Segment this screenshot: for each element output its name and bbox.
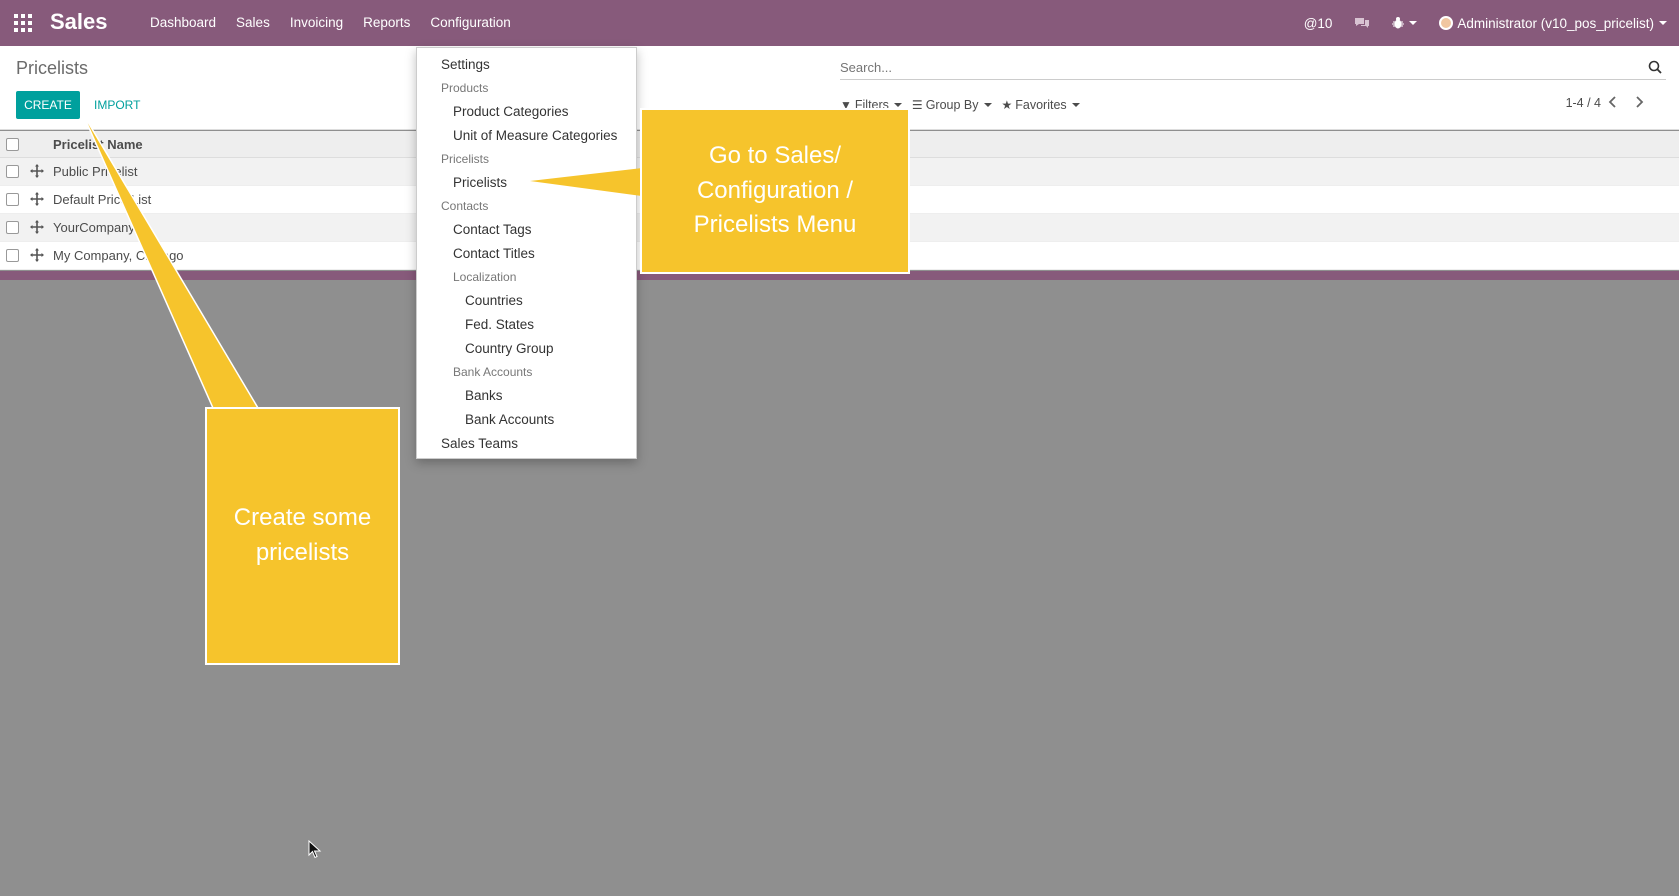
row-name: My Company, Chicago bbox=[53, 248, 184, 263]
menu-header-localization: Localization bbox=[453, 270, 517, 284]
search-icon[interactable] bbox=[1648, 60, 1662, 74]
avatar bbox=[1439, 16, 1454, 30]
app-title: Sales bbox=[50, 9, 108, 34]
menu-dashboard[interactable]: Dashboard bbox=[140, 0, 226, 46]
menu-item-banks[interactable]: Banks bbox=[465, 388, 503, 403]
breadcrumb: Pricelists bbox=[16, 58, 89, 78]
row-checkbox[interactable] bbox=[6, 221, 19, 234]
menu-header-pricelists: Pricelists bbox=[441, 152, 490, 166]
configuration-dropdown: Settings Products Product Categories Uni… bbox=[416, 47, 637, 459]
search-box bbox=[840, 56, 1666, 80]
chevron-right-icon[interactable] bbox=[1633, 94, 1645, 110]
chat-icon[interactable] bbox=[1354, 16, 1370, 30]
mouse-cursor-icon bbox=[308, 840, 322, 859]
drag-handle-icon[interactable] bbox=[30, 220, 44, 234]
menu-item-product-categories[interactable]: Product Categories bbox=[453, 104, 569, 119]
menu-item-pricelists[interactable]: Pricelists bbox=[453, 175, 507, 190]
menu-item-settings[interactable]: Settings bbox=[441, 57, 490, 72]
apps-grid-icon[interactable] bbox=[14, 14, 32, 32]
menu-item-country-group[interactable]: Country Group bbox=[465, 341, 554, 356]
menu-configuration[interactable]: Configuration bbox=[420, 0, 521, 46]
menu-header-bank-accounts: Bank Accounts bbox=[453, 365, 533, 379]
systray: @10 Administrator (v10_pos_pricelist) bbox=[1282, 0, 1667, 46]
row-name: Default Price List bbox=[53, 192, 152, 207]
create-button[interactable]: CREATE bbox=[16, 91, 80, 119]
menu-invoicing[interactable]: Invoicing bbox=[280, 0, 353, 46]
drag-handle-icon[interactable] bbox=[30, 248, 44, 262]
top-navbar: Sales Dashboard Sales Invoicing Reports … bbox=[0, 0, 1679, 46]
callout-menu-note: Go to Sales/ Configuration / Pricelists … bbox=[640, 108, 910, 274]
user-name: Administrator (v10_pos_pricelist) bbox=[1457, 15, 1654, 31]
row-name: Public Pricelist bbox=[53, 164, 138, 179]
callout-create-note: Create some pricelists bbox=[205, 407, 400, 665]
menu-header-products: Products bbox=[441, 81, 489, 95]
import-button[interactable]: IMPORT bbox=[94, 91, 140, 119]
user-menu[interactable]: Administrator (v10_pos_pricelist) bbox=[1439, 16, 1667, 31]
favorites-dropdown[interactable]: ★ Favorites bbox=[1002, 98, 1080, 112]
chevron-left-icon[interactable] bbox=[1607, 94, 1619, 110]
menu-item-contact-titles[interactable]: Contact Titles bbox=[453, 246, 535, 261]
pager-value[interactable]: 1-4 / 4 bbox=[1566, 96, 1601, 110]
menu-sales[interactable]: Sales bbox=[226, 0, 280, 46]
list-icon: ☰ bbox=[911, 98, 923, 112]
groupby-dropdown[interactable]: ☰ Group By bbox=[912, 98, 992, 112]
select-all-checkbox[interactable] bbox=[6, 138, 19, 151]
column-header-name[interactable]: Pricelist Name bbox=[53, 131, 143, 158]
row-checkbox[interactable] bbox=[6, 193, 19, 206]
menu-header-contacts: Contacts bbox=[441, 199, 489, 213]
top-menu: Dashboard Sales Invoicing Reports Config… bbox=[140, 0, 521, 46]
menu-item-contact-tags[interactable]: Contact Tags bbox=[453, 222, 532, 237]
menu-item-fed-states[interactable]: Fed. States bbox=[465, 317, 534, 332]
row-name: YourCompany, bbox=[53, 220, 138, 235]
menu-item-countries[interactable]: Countries bbox=[465, 293, 523, 308]
menu-item-bank-accounts[interactable]: Bank Accounts bbox=[465, 412, 554, 427]
menu-item-sales-teams[interactable]: Sales Teams bbox=[441, 436, 518, 451]
search-input[interactable] bbox=[840, 56, 1620, 78]
row-checkbox[interactable] bbox=[6, 249, 19, 262]
drag-handle-icon[interactable] bbox=[30, 192, 44, 206]
star-icon: ★ bbox=[1001, 98, 1013, 112]
chevron-down-icon bbox=[1659, 21, 1667, 25]
menu-reports[interactable]: Reports bbox=[353, 0, 420, 46]
drag-handle-icon[interactable] bbox=[30, 164, 44, 178]
debug-bug-icon[interactable] bbox=[1392, 16, 1418, 30]
row-checkbox[interactable] bbox=[6, 165, 19, 178]
menu-item-uom-categories[interactable]: Unit of Measure Categories bbox=[453, 128, 617, 143]
mentions-counter[interactable]: @10 bbox=[1304, 16, 1333, 31]
